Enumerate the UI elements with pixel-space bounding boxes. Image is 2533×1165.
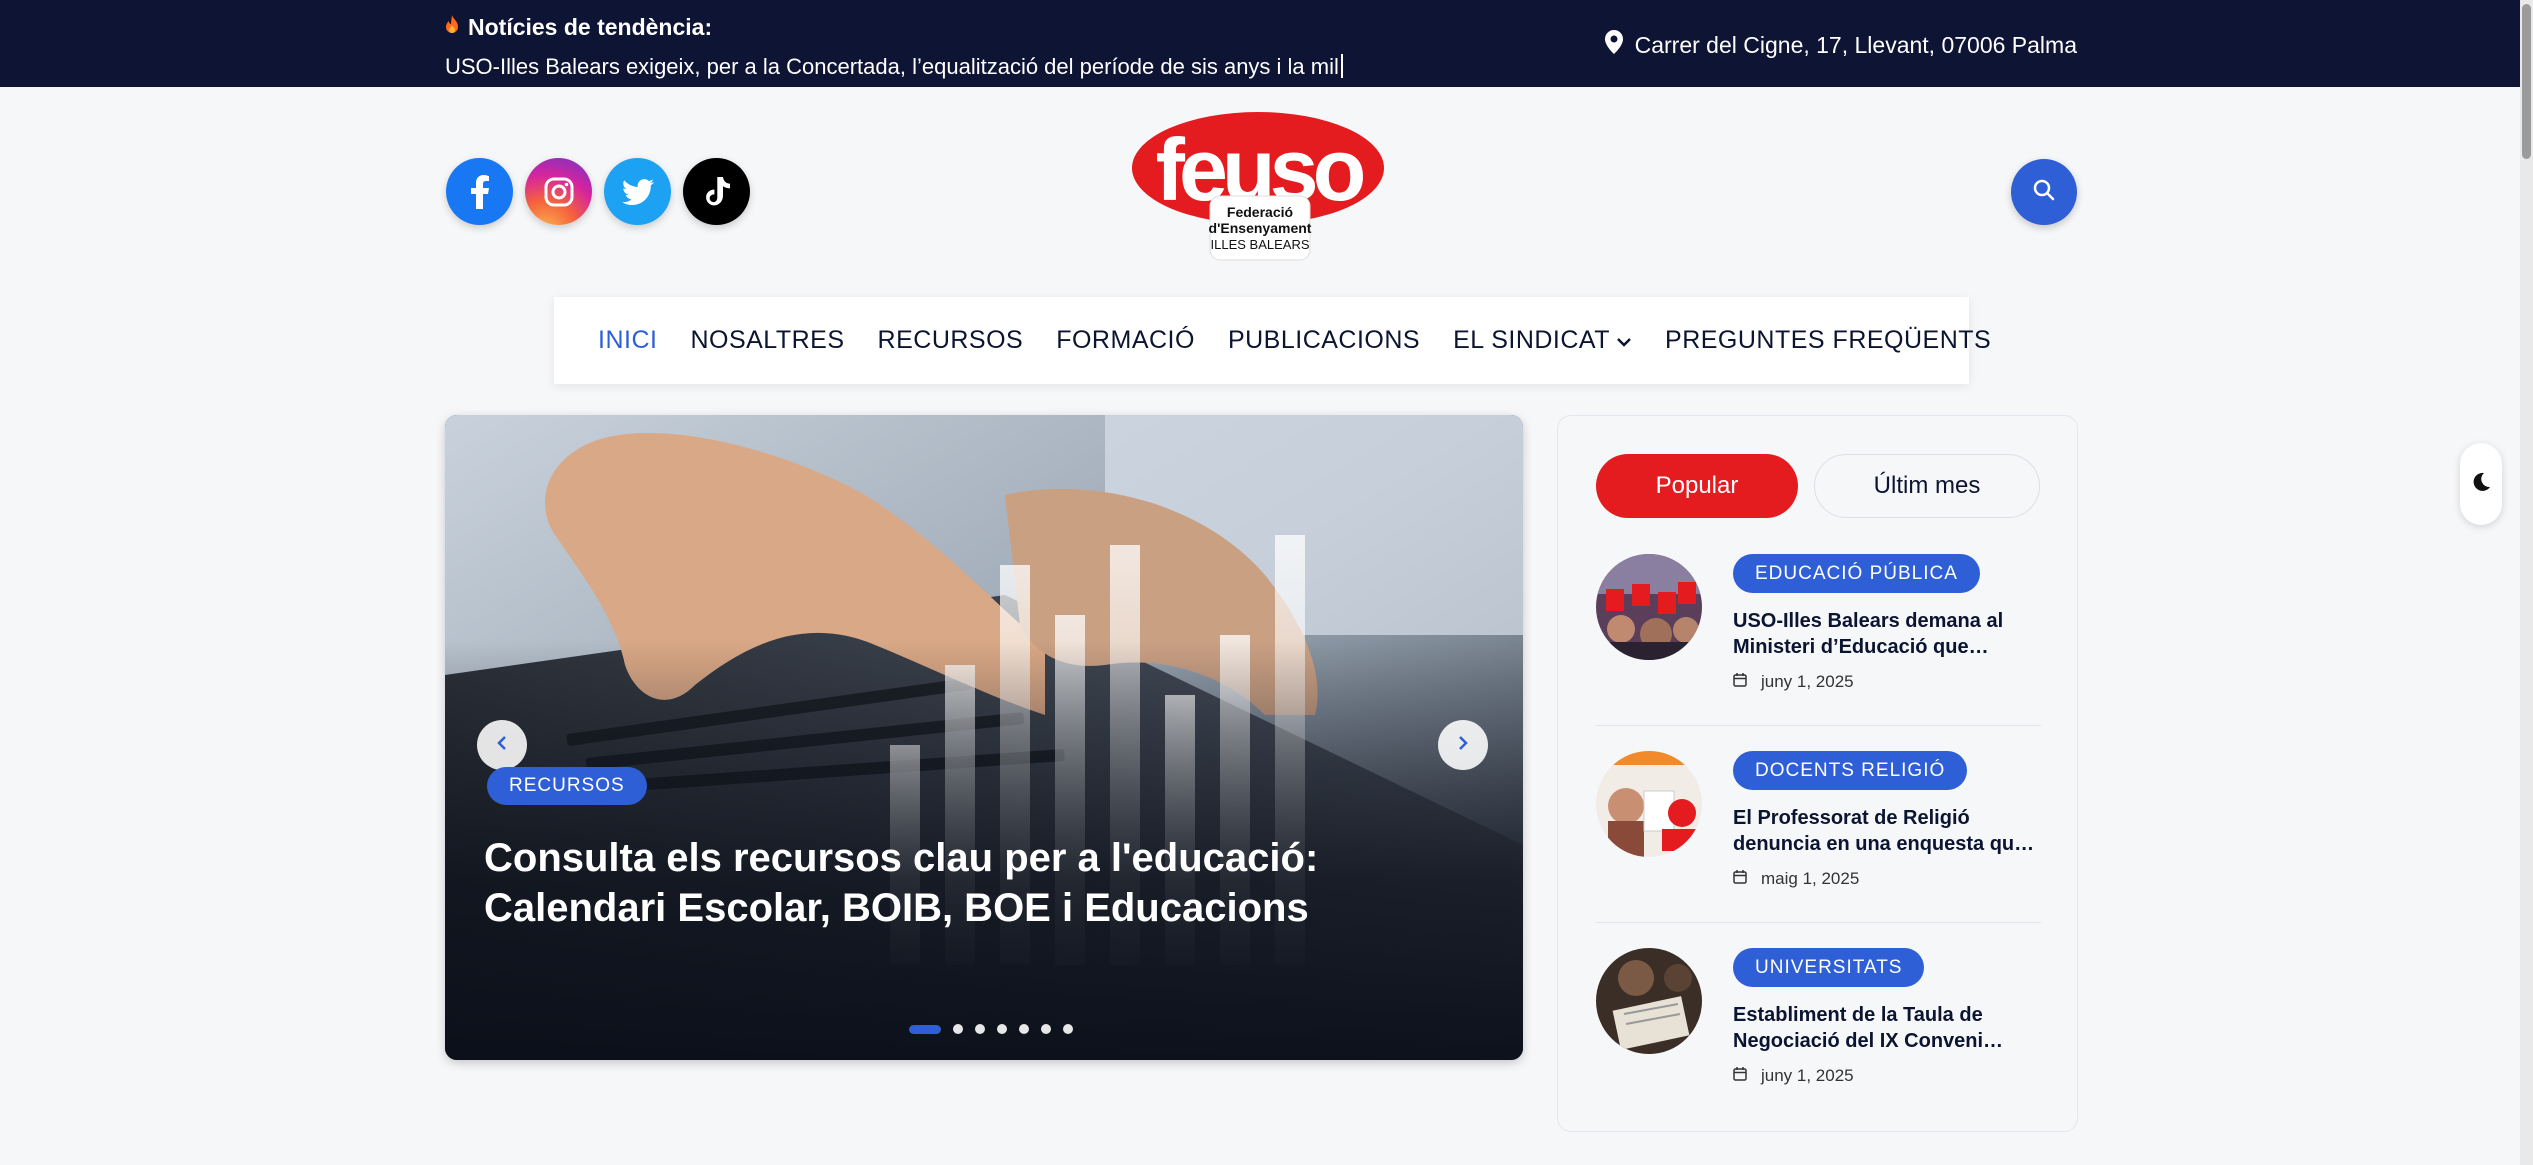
feuso-logo[interactable]: feuso Federació d'Ensenyament ILLES BALE…	[1130, 112, 1400, 264]
twitter-icon[interactable]	[604, 158, 671, 225]
slider-next-button[interactable]	[1438, 720, 1488, 770]
slider-dot[interactable]	[997, 1024, 1007, 1034]
nav-item-nosaltres[interactable]: NOSALTRES	[690, 326, 844, 355]
nav-item-formacio[interactable]: FORMACIÓ	[1056, 326, 1195, 355]
trending-label: Notícies de tendència:	[468, 14, 713, 40]
post-title-link[interactable]: El Professorat de Religió denuncia en un…	[1733, 805, 2043, 857]
moon-icon	[2471, 472, 2491, 497]
tiktok-icon[interactable]	[683, 158, 750, 225]
post-date-text: juny 1, 2025	[1761, 672, 1854, 691]
list-item: UNIVERSITATS Establiment de la Taula de …	[1596, 948, 2041, 1118]
post-date: juny 1, 2025	[1733, 672, 1854, 692]
logo-line1: Federació	[1227, 204, 1293, 220]
social-links	[446, 158, 750, 225]
address-text: Carrer del Cigne, 17, Llevant, 07006 Pal…	[1634, 31, 2077, 58]
address: Carrer del Cigne, 17, Llevant, 07006 Pal…	[1604, 30, 2077, 60]
list-item: DOCENTS RELIGIÓ El Professorat de Religi…	[1596, 751, 2041, 921]
dark-mode-toggle[interactable]	[2460, 443, 2502, 525]
nav-item-recursos[interactable]: RECURSOS	[878, 326, 1024, 355]
fire-icon	[444, 14, 460, 41]
slider-dot[interactable]	[1063, 1024, 1073, 1034]
post-date: maig 1, 2025	[1733, 869, 1859, 889]
nav-item-label: EL SINDICAT	[1453, 326, 1611, 354]
slider-dot[interactable]	[953, 1024, 963, 1034]
divider	[1596, 922, 2041, 923]
facebook-icon[interactable]	[446, 158, 513, 225]
nav-item-inici[interactable]: INICI	[598, 326, 657, 355]
calendar-icon	[1733, 672, 1747, 692]
post-date: juny 1, 2025	[1733, 1066, 1854, 1086]
nav-item-preguntes-frequents[interactable]: PREGUNTES FREQÜENTS	[1665, 326, 1991, 355]
map-pin-icon	[1604, 30, 1623, 60]
post-category-badge[interactable]: EDUCACIÓ PÚBLICA	[1733, 554, 1980, 593]
page-scrollbar[interactable]	[2520, 0, 2533, 1165]
instagram-icon[interactable]	[525, 158, 592, 225]
search-icon	[2032, 178, 2056, 207]
logo-line2: d'Ensenyament	[1209, 220, 1312, 236]
calendar-icon	[1733, 1066, 1747, 1086]
popular-posts-widget: Popular Últim mes EDUCACIÓ PÚBLICA USO-I…	[1557, 415, 2078, 1132]
divider	[1596, 725, 2041, 726]
scrollbar-thumb[interactable]	[2522, 4, 2531, 159]
nav-item-el-sindicat[interactable]: EL SINDICAT	[1453, 326, 1632, 355]
slide-title-link[interactable]: Consulta els recursos clau per a l'educa…	[484, 833, 1384, 933]
chevron-left-icon	[495, 734, 509, 757]
slider-pagination	[909, 1024, 1073, 1034]
featured-slider[interactable]: RECURSOS Consulta els recursos clau per …	[445, 415, 1523, 1060]
slider-dot[interactable]	[1019, 1024, 1029, 1034]
post-thumbnail[interactable]	[1596, 751, 1702, 857]
slider-dot[interactable]	[975, 1024, 985, 1034]
top-bar: Notícies de tendència: USO-Illes Balears…	[0, 0, 2533, 87]
slide-category-badge[interactable]: RECURSOS	[487, 767, 647, 805]
post-title-link[interactable]: Establiment de la Taula de Negociació de…	[1733, 1002, 2043, 1054]
post-date-text: maig 1, 2025	[1761, 869, 1860, 888]
nav-item-publicacions[interactable]: PUBLICACIONS	[1228, 326, 1420, 355]
tab-ultim-mes[interactable]: Últim mes	[1814, 454, 2040, 518]
chevron-right-icon	[1456, 734, 1470, 757]
logo-line3: ILLES BALEARS	[1211, 237, 1310, 252]
chevron-down-icon	[1616, 326, 1632, 355]
search-button[interactable]	[2011, 159, 2077, 225]
slider-prev-button[interactable]	[477, 720, 527, 770]
trending-heading: Notícies de tendència:	[444, 14, 712, 41]
post-category-badge[interactable]: DOCENTS RELIGIÓ	[1733, 751, 1968, 790]
post-thumbnail[interactable]	[1596, 554, 1702, 660]
slider-dot[interactable]	[1041, 1024, 1051, 1034]
post-date-text: juny 1, 2025	[1761, 1066, 1854, 1085]
calendar-icon	[1733, 869, 1747, 889]
post-category-badge[interactable]: UNIVERSITATS	[1733, 948, 1925, 987]
list-item: EDUCACIÓ PÚBLICA USO-Illes Balears deman…	[1596, 554, 2041, 724]
main-nav: INICI NOSALTRES RECURSOS FORMACIÓ PUBLIC…	[554, 297, 1991, 384]
post-title-link[interactable]: USO-Illes Balears demana al Ministeri d’…	[1733, 608, 2043, 660]
trending-ticker-link[interactable]: USO-Illes Balears exigeix, per a la Conc…	[445, 54, 1415, 80]
tab-popular[interactable]: Popular	[1596, 454, 1798, 518]
post-thumbnail[interactable]	[1596, 948, 1702, 1054]
slide-overlay	[445, 415, 1523, 1060]
slider-dot[interactable]	[909, 1024, 941, 1034]
